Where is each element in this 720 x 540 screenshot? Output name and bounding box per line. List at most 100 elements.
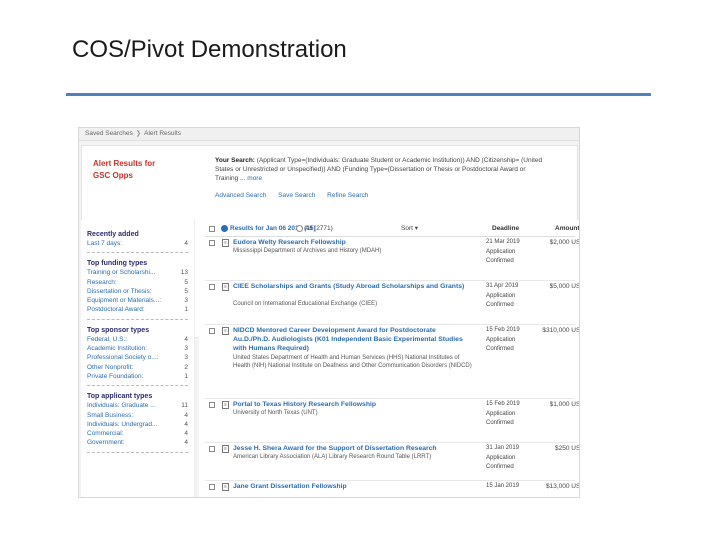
breadcrumb-separator: ❯ — [135, 130, 142, 137]
select-all-checkbox[interactable] — [209, 226, 215, 232]
result-amount: $2,000 USD — [549, 239, 580, 246]
deadline-status: Application — [486, 336, 516, 343]
refine-search-link[interactable]: Refine Search — [327, 192, 368, 199]
all-results-label[interactable]: All (2771) — [305, 220, 333, 237]
result-title-link[interactable]: Portal to Texas History Research Fellows… — [233, 400, 473, 409]
result-deadline: 15 Feb 2019 Application Confirmed — [486, 326, 538, 355]
results-panel: Results for Jan 06 2019 (15) All (2771) … — [199, 220, 580, 497]
facet-item[interactable]: Equipment or Materials...: 3 — [87, 296, 188, 305]
facet-item[interactable]: Small Business: 4 — [87, 411, 188, 420]
deadline-status: Application — [486, 248, 516, 255]
facet-item[interactable]: Individuals: Undergrad... 4 — [87, 420, 188, 429]
document-icon[interactable]: ≡ — [222, 283, 229, 291]
breadcrumb-alert-results: Alert Results — [144, 130, 182, 137]
facet-item[interactable]: Research: 5 — [87, 278, 188, 287]
amount-column-header: Amount — [555, 225, 580, 232]
facet-label: Equipment or Materials...: — [87, 297, 162, 305]
facet-heading-applicant-types: Top applicant types — [87, 393, 153, 401]
more-link[interactable]: more — [247, 175, 262, 182]
facet-item[interactable]: Dissertation or Thesis: 5 — [87, 287, 188, 296]
facet-item[interactable]: Professional Society o...: 3 — [87, 353, 188, 362]
facet-count: 4 — [184, 430, 188, 438]
sort-dropdown[interactable]: Sort ▾ — [401, 220, 418, 237]
document-icon[interactable]: ≡ — [222, 239, 229, 247]
facet-heading-recently-added: Recently added — [87, 231, 139, 238]
result-sponsor: Mississippi Department of Archives and H… — [233, 248, 382, 254]
result-title-link[interactable]: Jane Grant Dissertation Fellowship — [233, 482, 473, 491]
divider — [87, 318, 188, 320]
breadcrumb: Saved Searches ❯ Alert Results — [79, 128, 579, 141]
facet-label: Academic Institution: — [87, 345, 147, 353]
result-sponsor: American Library Association (ALA) Libra… — [233, 454, 432, 460]
divider — [87, 252, 188, 254]
deadline-confirmation: Confirmed — [486, 258, 514, 264]
document-icon[interactable]: ≡ — [222, 401, 229, 409]
deadline-date: 31 Jan 2019 — [486, 445, 520, 451]
search-query: Your Search: (Applicant Type=(Individual… — [215, 156, 547, 183]
deadline-date: 31 Apr 2019 — [486, 283, 519, 289]
alert-title-line1: Alert Results for — [93, 159, 156, 168]
result-title-link[interactable]: Eudora Welty Research Fellowship — [233, 238, 473, 247]
deadline-date: 15 Feb 2019 — [486, 401, 520, 407]
document-icon[interactable]: ≡ — [222, 483, 229, 491]
deadline-status: Application — [486, 454, 516, 461]
row-checkbox[interactable] — [209, 402, 215, 408]
facet-item[interactable]: Commercial: 4 — [87, 429, 188, 438]
result-sponsor: University of North Texas (UNT) — [233, 410, 318, 416]
document-icon[interactable]: ≡ — [222, 327, 229, 335]
facet-count: 4 — [184, 240, 188, 247]
divider — [87, 451, 188, 453]
result-amount: $5,000 USD — [549, 283, 580, 290]
alert-actions: Advanced Search Save Search Refine Searc… — [215, 192, 378, 199]
facet-count: 3 — [184, 354, 188, 362]
result-amount: $250 USD — [555, 445, 580, 452]
facet-count: 1 — [184, 306, 188, 314]
all-results-radio[interactable] — [296, 225, 303, 232]
facet-label: Professional Society o...: — [87, 354, 159, 362]
row-checkbox[interactable] — [209, 328, 215, 334]
facet-label: Last 7 days: — [87, 240, 123, 247]
facet-heading-sponsor-types: Top sponsor types — [87, 326, 150, 334]
results-date-radio[interactable] — [221, 225, 228, 232]
facet-item[interactable]: Government: 4 — [87, 438, 188, 447]
facet-item[interactable]: Training or Scholarshi... 13 — [87, 268, 188, 277]
facet-label: Commercial: — [87, 430, 124, 438]
facet-item[interactable]: Federal, U.S.: 4 — [87, 335, 188, 344]
facet-count: 4 — [184, 439, 188, 447]
alert-title: Alert Results for GSC Opps — [93, 158, 203, 182]
facet-label: Training or Scholarshi... — [87, 269, 156, 277]
document-icon[interactable]: ≡ — [222, 445, 229, 453]
facet-label: Government: — [87, 439, 125, 447]
result-row: ≡ Jane Grant Dissertation Fellowship 15 … — [205, 481, 579, 495]
facet-item[interactable]: Last 7 days: 4 — [87, 239, 188, 248]
facet-item[interactable]: Postdoctoral Award: 1 — [87, 305, 188, 314]
result-title-link[interactable]: CIEE Scholarships and Grants (Study Abro… — [233, 282, 473, 291]
your-search-text: (Applicant Type=(Individuals: Graduate S… — [215, 157, 543, 182]
result-title-link[interactable]: Jesse H. Shera Award for the Support of … — [233, 444, 473, 453]
facet-heading-funding-types: Top funding types — [87, 260, 148, 268]
result-title-link[interactable]: NIDCD Mentored Career Development Award … — [233, 326, 473, 353]
row-checkbox[interactable] — [209, 284, 215, 290]
row-checkbox[interactable] — [209, 240, 215, 246]
facet-count: 11 — [181, 402, 188, 410]
facet-item[interactable]: Individuals: Graduate ... 11 — [87, 401, 188, 410]
pivot-screenshot: Saved Searches ❯ Alert Results Alert Resul… — [78, 127, 580, 498]
facet-item[interactable]: Academic Institution: 3 — [87, 344, 188, 353]
result-deadline: 31 Jan 2019 Application Confirmed — [486, 444, 538, 473]
breadcrumb-saved-searches[interactable]: Saved Searches — [85, 130, 133, 137]
result-row: ≡ Eudora Welty Research Fellowship Missi… — [205, 237, 579, 281]
result-sponsor: United States Department of Health and H… — [233, 355, 472, 369]
result-amount: $13,000 USD — [545, 483, 580, 490]
alert-title-line2: GSC Opps — [93, 171, 134, 180]
result-row: ≡ CIEE Scholarships and Grants (Study Ab… — [205, 281, 579, 325]
deadline-status: Application — [486, 292, 516, 299]
row-checkbox[interactable] — [209, 446, 215, 452]
facet-item[interactable]: Other Nonprofit: 2 — [87, 363, 188, 372]
facet-label: Postdoctoral Award: — [87, 306, 145, 314]
save-search-link[interactable]: Save Search — [278, 192, 315, 199]
row-checkbox[interactable] — [209, 484, 215, 490]
advanced-search-link[interactable]: Advanced Search — [215, 192, 266, 199]
facet-count: 3 — [184, 297, 188, 305]
facet-count: 4 — [184, 420, 188, 428]
facet-item[interactable]: Private Foundation: 1 — [87, 372, 188, 381]
